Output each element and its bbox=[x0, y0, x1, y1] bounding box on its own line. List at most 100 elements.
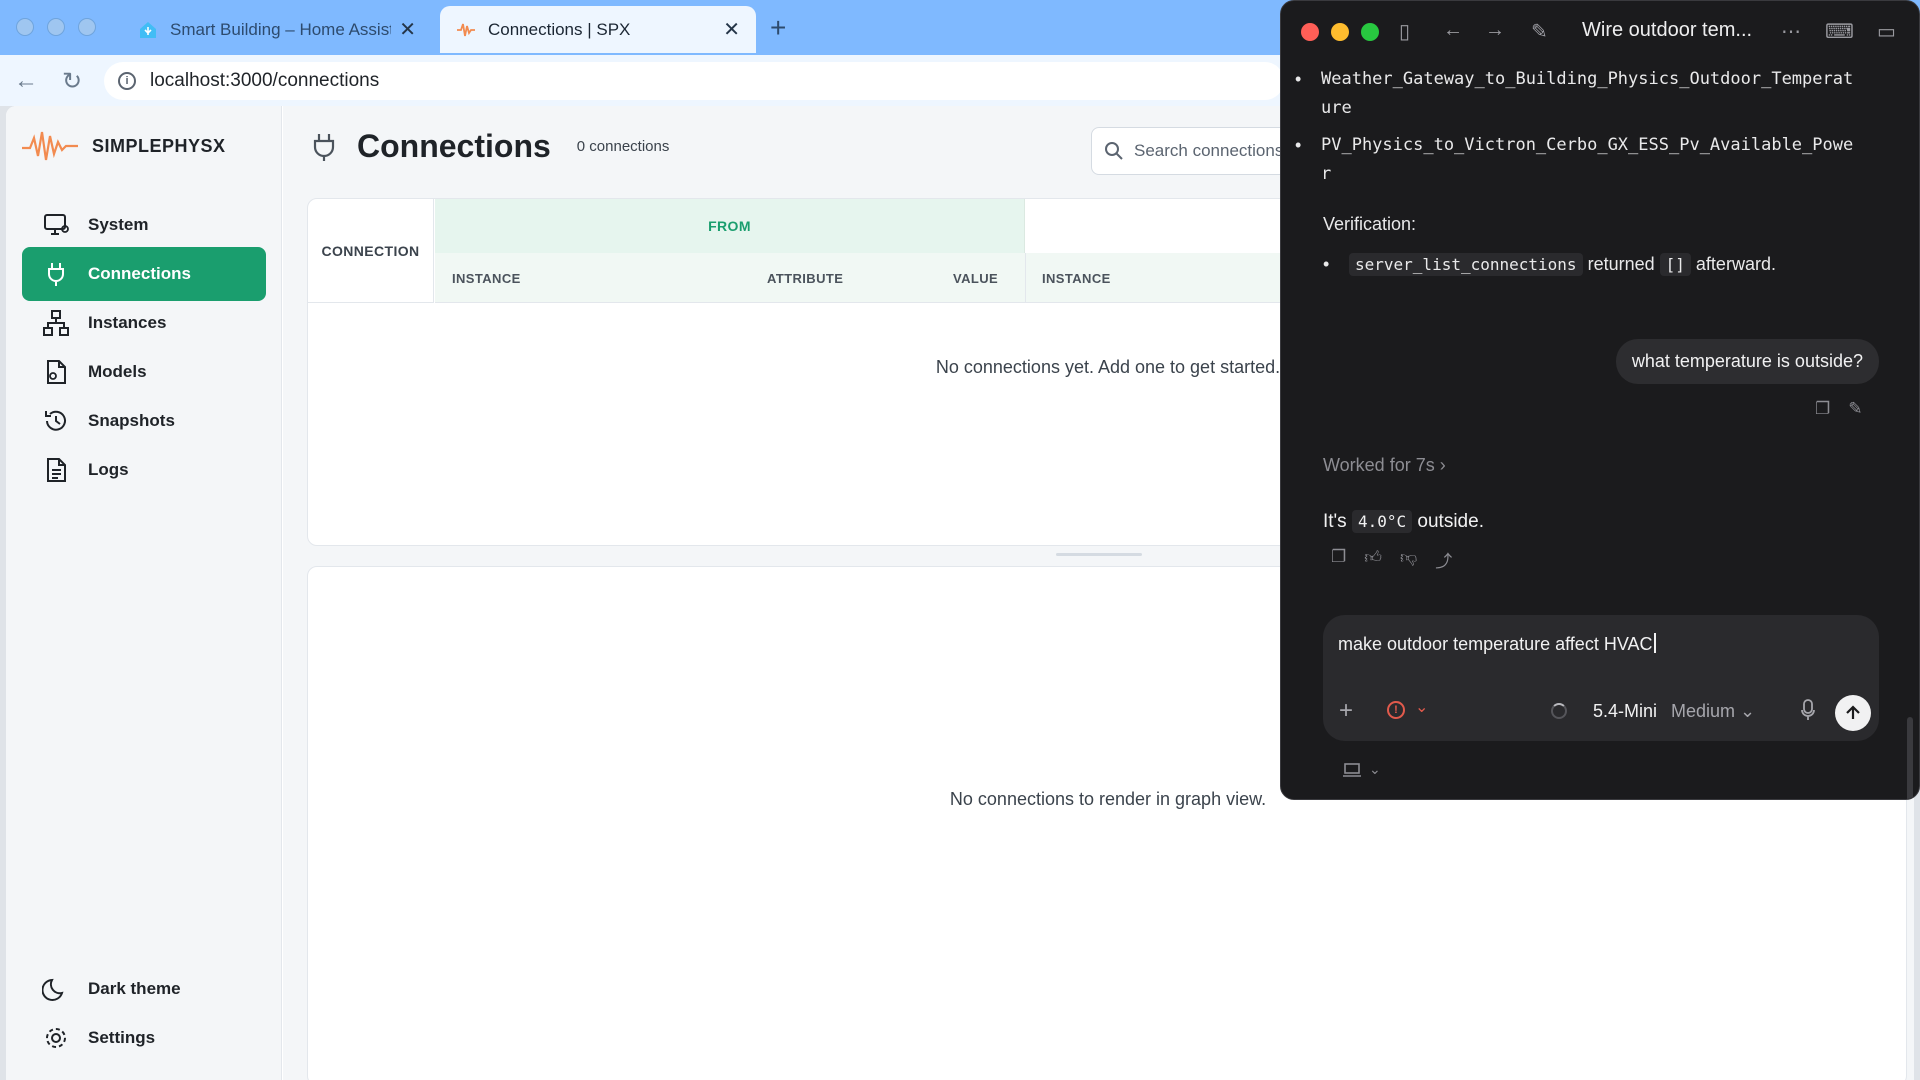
connection-count: 0 connections bbox=[576, 138, 670, 155]
edit-icon[interactable]: ✎ bbox=[1848, 399, 1862, 419]
chat-close-dot[interactable] bbox=[1301, 23, 1319, 41]
site-info-icon[interactable]: i bbox=[118, 72, 136, 90]
thumbs-down-icon[interactable]: 👎︎ bbox=[1400, 547, 1417, 572]
history-icon bbox=[45, 410, 66, 431]
search-placeholder: Search connections bbox=[1134, 141, 1284, 160]
sidebar: SIMPLEPHYSX System Connections Instances… bbox=[6, 106, 282, 1080]
attribute-column-header: ATTRIBUTE bbox=[767, 271, 844, 286]
user-message-actions: ❐ ✎ bbox=[1815, 399, 1863, 419]
window-close-dot[interactable] bbox=[16, 18, 34, 36]
microphone-icon[interactable] bbox=[1801, 699, 1815, 721]
resize-handle[interactable] bbox=[1056, 553, 1142, 556]
assistant-answer: It's 4.0°C outside. bbox=[1323, 510, 1484, 533]
to-instance-column-header: INSTANCE bbox=[1042, 271, 1111, 286]
sidebar-item-label: Models bbox=[88, 362, 147, 381]
window-zoom-dot[interactable] bbox=[78, 18, 96, 36]
copy-icon[interactable]: ❐ bbox=[1331, 547, 1346, 572]
send-button[interactable] bbox=[1835, 695, 1871, 731]
sidebar-item-snapshots[interactable]: Snapshots bbox=[22, 394, 266, 448]
environment-selector[interactable]: ⌄ bbox=[1343, 761, 1381, 778]
warning-icon[interactable]: ! bbox=[1387, 701, 1405, 719]
effort-selector[interactable]: Medium ⌄ bbox=[1671, 701, 1755, 722]
chevron-down-icon[interactable]: ⌄ bbox=[1415, 697, 1428, 717]
tab-smart-building[interactable]: Smart Building – Home Assistant ✕ bbox=[122, 6, 432, 53]
message-composer: make outdoor temperature affect HVAC + !… bbox=[1323, 615, 1879, 741]
url-text: localhost:3000/connections bbox=[150, 70, 380, 91]
sidebar-item-label: Instances bbox=[88, 313, 167, 332]
value-column-header: VALUE bbox=[953, 271, 999, 286]
chat-scrollbar[interactable] bbox=[1907, 717, 1913, 799]
chat-zoom-dot[interactable] bbox=[1361, 23, 1379, 41]
from-group-header: FROM bbox=[435, 199, 1025, 253]
answer-suffix: outside. bbox=[1417, 511, 1484, 532]
plug-icon bbox=[48, 263, 64, 286]
connection-column-header: CONNECTION bbox=[308, 199, 434, 303]
sidebar-item-connections[interactable]: Connections bbox=[22, 247, 266, 301]
dark-theme-toggle[interactable]: Dark theme bbox=[22, 962, 266, 1016]
arrow-up-icon bbox=[1846, 705, 1860, 719]
worked-duration[interactable]: Worked for 7s › bbox=[1323, 455, 1446, 476]
chat-minimize-dot[interactable] bbox=[1331, 23, 1349, 41]
copy-icon[interactable]: ❐ bbox=[1815, 399, 1830, 419]
brand[interactable]: SIMPLEPHYSX bbox=[22, 128, 226, 164]
back-arrow-icon[interactable]: ← bbox=[14, 67, 38, 95]
loading-spinner-icon bbox=[1551, 703, 1567, 719]
sidebar-item-label: Snapshots bbox=[88, 411, 175, 430]
close-tab-icon[interactable]: ✕ bbox=[723, 17, 740, 42]
window-minimize-dot[interactable] bbox=[47, 18, 65, 36]
assistant-chat-window: ▯ ← → ✎ Wire outdoor tem... ⋯ ⌨ ▭ Weathe… bbox=[1280, 0, 1920, 800]
connection-name: PV_Physics_to_Victron_Cerbo_GX_ESS_Pv_Av… bbox=[1295, 131, 1861, 189]
close-tab-icon[interactable]: ✕ bbox=[399, 17, 416, 42]
tab-connections[interactable]: Connections | SPX ✕ bbox=[440, 6, 756, 53]
waveform-logo-icon bbox=[22, 131, 78, 161]
message-input[interactable]: make outdoor temperature affect HVAC bbox=[1338, 633, 1656, 655]
model-selector[interactable]: 5.4-Mini bbox=[1593, 701, 1657, 722]
simplephysx-favicon-icon bbox=[457, 23, 475, 36]
dark-theme-label: Dark theme bbox=[88, 979, 181, 998]
new-tab-icon[interactable]: + bbox=[770, 12, 786, 44]
chat-title: Wire outdoor tem... bbox=[1582, 19, 1753, 41]
effort-label: Medium bbox=[1671, 701, 1736, 721]
message-input-text: make outdoor temperature affect HVAC bbox=[1338, 634, 1653, 654]
verification-text: afterward. bbox=[1695, 254, 1776, 274]
forward-arrow-icon[interactable]: → bbox=[1485, 19, 1505, 42]
tab-title: Smart Building – Home Assistant bbox=[170, 19, 391, 39]
temperature-value: 4.0°C bbox=[1351, 510, 1413, 533]
panel-toggle-icon[interactable]: ▭ bbox=[1877, 19, 1896, 44]
sidebar-item-label: Connections bbox=[88, 264, 191, 283]
worked-text: Worked for 7s bbox=[1323, 455, 1435, 475]
search-icon bbox=[1105, 142, 1123, 160]
compose-icon[interactable]: ✎ bbox=[1531, 19, 1548, 44]
sidebar-item-system[interactable]: System bbox=[22, 198, 266, 252]
inline-code: server_list_connections bbox=[1349, 253, 1583, 276]
sidebar-toggle-icon[interactable]: ▯ bbox=[1399, 19, 1410, 44]
laptop-icon bbox=[1343, 762, 1361, 777]
inline-code: [] bbox=[1659, 253, 1691, 276]
document-icon bbox=[47, 458, 66, 482]
verification-text: returned bbox=[1587, 254, 1655, 274]
brand-name: SIMPLEPHYSX bbox=[92, 135, 226, 156]
plug-icon bbox=[313, 133, 335, 161]
reload-icon[interactable]: ↻ bbox=[62, 67, 82, 96]
text-caret bbox=[1653, 633, 1656, 653]
back-arrow-icon[interactable]: ← bbox=[1443, 19, 1463, 42]
sidebar-item-settings[interactable]: Settings bbox=[22, 1011, 266, 1065]
file-model-icon bbox=[47, 360, 66, 384]
sidebar-item-label: System bbox=[88, 215, 149, 234]
sidebar-item-models[interactable]: Models bbox=[22, 345, 266, 399]
verification-label: Verification: bbox=[1323, 214, 1417, 234]
settings-label: Settings bbox=[88, 1028, 156, 1047]
sidebar-item-logs[interactable]: Logs bbox=[22, 443, 266, 497]
tab-title: Connections | SPX bbox=[488, 19, 631, 39]
chevron-right-icon: › bbox=[1439, 455, 1446, 475]
share-icon[interactable]: ⤴ bbox=[1435, 547, 1452, 572]
sidebar-item-label: Logs bbox=[88, 460, 129, 479]
more-options-icon[interactable]: ⋯ bbox=[1781, 19, 1801, 44]
sidebar-item-instances[interactable]: Instances bbox=[22, 296, 266, 350]
terminal-icon[interactable]: ⌨ bbox=[1825, 19, 1854, 44]
gear-icon bbox=[46, 1028, 66, 1048]
url-field[interactable]: i localhost:3000/connections bbox=[104, 62, 1284, 100]
attach-plus-icon[interactable]: + bbox=[1339, 697, 1353, 725]
thumbs-up-icon[interactable]: 👍︎ bbox=[1364, 547, 1382, 572]
answer-prefix: It's bbox=[1323, 511, 1347, 532]
